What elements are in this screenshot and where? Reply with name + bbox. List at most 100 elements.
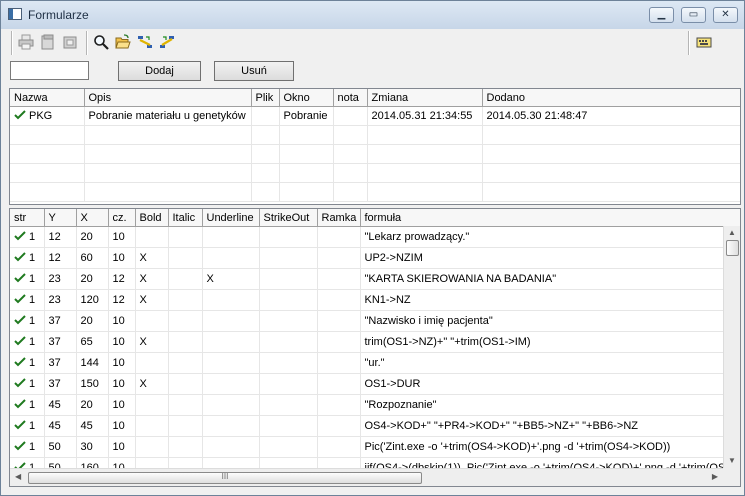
cell-italic	[168, 415, 203, 437]
column-header-dodano[interactable]: Dodano	[482, 89, 740, 107]
minimize-icon: ▁	[657, 9, 666, 20]
cell-formula: OS4->KOD+" "+PR4->KOD+" "+BB5->NZ+" "+BB…	[360, 415, 740, 437]
filter-input[interactable]	[10, 61, 89, 80]
close-button[interactable]: ✕	[713, 7, 738, 23]
cell-plik	[251, 106, 280, 126]
table-row[interactable]: 1 23 20 12 X X "KARTA SKIEROWANIA NA BADANIA"	[10, 268, 740, 290]
column-header-nazwa[interactable]: Nazwa	[10, 89, 85, 107]
scroll-up-arrow-icon[interactable]: ▲	[728, 228, 736, 237]
cell-x: 120	[76, 289, 109, 311]
cell-italic	[168, 331, 203, 353]
column-header-opis[interactable]: Opis	[84, 89, 252, 107]
vertical-scrollbar[interactable]: ▲ ▼	[723, 226, 740, 468]
cell-zmiana-text: 2014.05.31 21:34:55	[371, 110, 473, 122]
keyboard-button[interactable]	[694, 31, 714, 53]
cell-strikeout	[259, 331, 318, 353]
scroll-left-arrow-icon[interactable]: ◀	[15, 472, 21, 481]
print-button[interactable]	[16, 31, 36, 53]
column-header-strikeout[interactable]: StrikeOut	[259, 209, 318, 227]
cell-formula-text: "Lekarz prowadzący."	[364, 231, 470, 243]
cell-y-text: 12	[48, 231, 61, 243]
table-row[interactable]: 1 45 20 10 "Rozpoznanie"	[10, 394, 740, 416]
cell-cz-text: 10	[112, 420, 125, 432]
remove-button[interactable]: Usuń	[214, 61, 294, 81]
cell-strikeout	[259, 268, 318, 290]
open-button[interactable]	[113, 31, 133, 53]
column-header-zmiana[interactable]: Zmiana	[367, 89, 483, 107]
fields-table[interactable]: str Y X cz. Bold Italic Underline Strike…	[9, 208, 741, 487]
column-header-bold[interactable]: Bold	[135, 209, 169, 227]
column-header-plik[interactable]: Plik	[251, 89, 280, 107]
cell-str: 1	[10, 352, 45, 374]
cell-bold: X	[135, 373, 169, 395]
import-button[interactable]	[135, 31, 155, 53]
close-icon: ✕	[721, 9, 730, 20]
column-header-okno[interactable]: Okno	[279, 89, 334, 107]
table-row[interactable]: 1 12 60 10 X UP2->NZIM	[10, 247, 740, 269]
column-header-cz[interactable]: cz.	[108, 209, 136, 227]
scroll-right-arrow-icon[interactable]: ▶	[712, 472, 718, 481]
table-row[interactable]: 1 45 45 10 OS4->KOD+" "+PR4->KOD+" "+BB5->NZ…	[10, 415, 740, 437]
cell-ramka	[317, 394, 361, 416]
table-row[interactable]: 1 12 20 10 "Lekarz prowadzący."	[10, 226, 740, 248]
forms-table[interactable]: Nazwa Opis Plik Okno nota Zmiana Dodano …	[9, 88, 741, 205]
cell-italic	[168, 247, 203, 269]
cell-cz: 10	[108, 331, 136, 353]
column-header-str[interactable]: str	[10, 209, 45, 227]
print-setup-button[interactable]	[60, 31, 80, 53]
column-header-formula[interactable]: formuła	[360, 209, 740, 227]
print-preview-button[interactable]	[38, 31, 58, 53]
cell-italic	[168, 289, 203, 311]
table-row[interactable]: 1 37 144 10 "ur."	[10, 352, 740, 374]
window-title: Formularze	[28, 8, 89, 22]
cell-y: 23	[44, 268, 77, 290]
cell-ramka	[317, 436, 361, 458]
add-button[interactable]: Dodaj	[118, 61, 201, 81]
check-icon	[14, 252, 29, 264]
table-row[interactable]: 1 50 30 10 Pic('Zint.exe -o '+trim(OS4->KOD)…	[10, 436, 740, 458]
cell-y-text: 37	[48, 378, 61, 390]
scroll-down-arrow-icon[interactable]: ▼	[728, 456, 736, 465]
column-header-ramka[interactable]: Ramka	[317, 209, 361, 227]
cell-formula: "Rozpoznanie"	[360, 394, 740, 416]
cell-bold: X	[135, 247, 169, 269]
cell-underline	[202, 310, 260, 332]
cell-underline	[202, 415, 260, 437]
table-row[interactable]: 1 23 120 12 X KN1->NZ	[10, 289, 740, 311]
column-header-italic[interactable]: Italic	[168, 209, 203, 227]
cell-y: 12	[44, 247, 77, 269]
table-row[interactable]: PKG Pobranie materiału u genetyków Pobrani…	[10, 106, 740, 126]
cell-underline	[202, 226, 260, 248]
cell-nazwa-text: PKG	[29, 110, 53, 122]
cell-formula-text: "Rozpoznanie"	[364, 399, 437, 411]
column-header-nota[interactable]: nota	[333, 89, 368, 107]
column-header-y[interactable]: Y	[44, 209, 77, 227]
cell-x-text: 20	[80, 231, 93, 243]
cell-x: 65	[76, 331, 109, 353]
column-header-underline[interactable]: Underline	[202, 209, 260, 227]
title-bar: Formularze ▁ ▭ ✕	[1, 1, 744, 29]
cell-opis: Pobranie materiału u genetyków	[84, 106, 252, 126]
cell-x: 20	[76, 226, 109, 248]
search-button[interactable]	[91, 31, 111, 53]
maximize-button[interactable]: ▭	[681, 7, 706, 23]
column-header-x[interactable]: X	[76, 209, 109, 227]
cell-x-text: 65	[80, 336, 93, 348]
scroll-grip-icon: III	[221, 472, 229, 481]
cell-ramka	[317, 226, 361, 248]
vertical-scroll-thumb[interactable]	[726, 240, 739, 256]
cell-str-text: 1	[29, 315, 36, 327]
table-row[interactable]: 1 37 20 10 "Nazwisko i imię pacjenta"	[10, 310, 740, 332]
cell-bold-text: X	[139, 336, 147, 348]
cell-ramka	[317, 415, 361, 437]
horizontal-scrollbar[interactable]: ◀ III ▶	[10, 468, 723, 486]
cell-formula-text: trim(OS1->NZ)+" "+trim(OS1->IM)	[364, 336, 531, 348]
minimize-button[interactable]: ▁	[649, 7, 674, 23]
cell-formula-text: OS4->KOD+" "+PR4->KOD+" "+BB5->NZ+" "+BB…	[364, 420, 638, 432]
cell-dodano-text: 2014.05.30 21:48:47	[486, 110, 588, 122]
horizontal-scroll-thumb[interactable]: III	[28, 472, 422, 484]
table-row[interactable]: 1 37 150 10 X OS1->DUR	[10, 373, 740, 395]
export-button[interactable]	[157, 31, 177, 53]
table-row[interactable]: 1 37 65 10 Xtrim(OS1->NZ)+" "+trim(OS1->IM)	[10, 331, 740, 353]
cell-underline: X	[202, 268, 260, 290]
